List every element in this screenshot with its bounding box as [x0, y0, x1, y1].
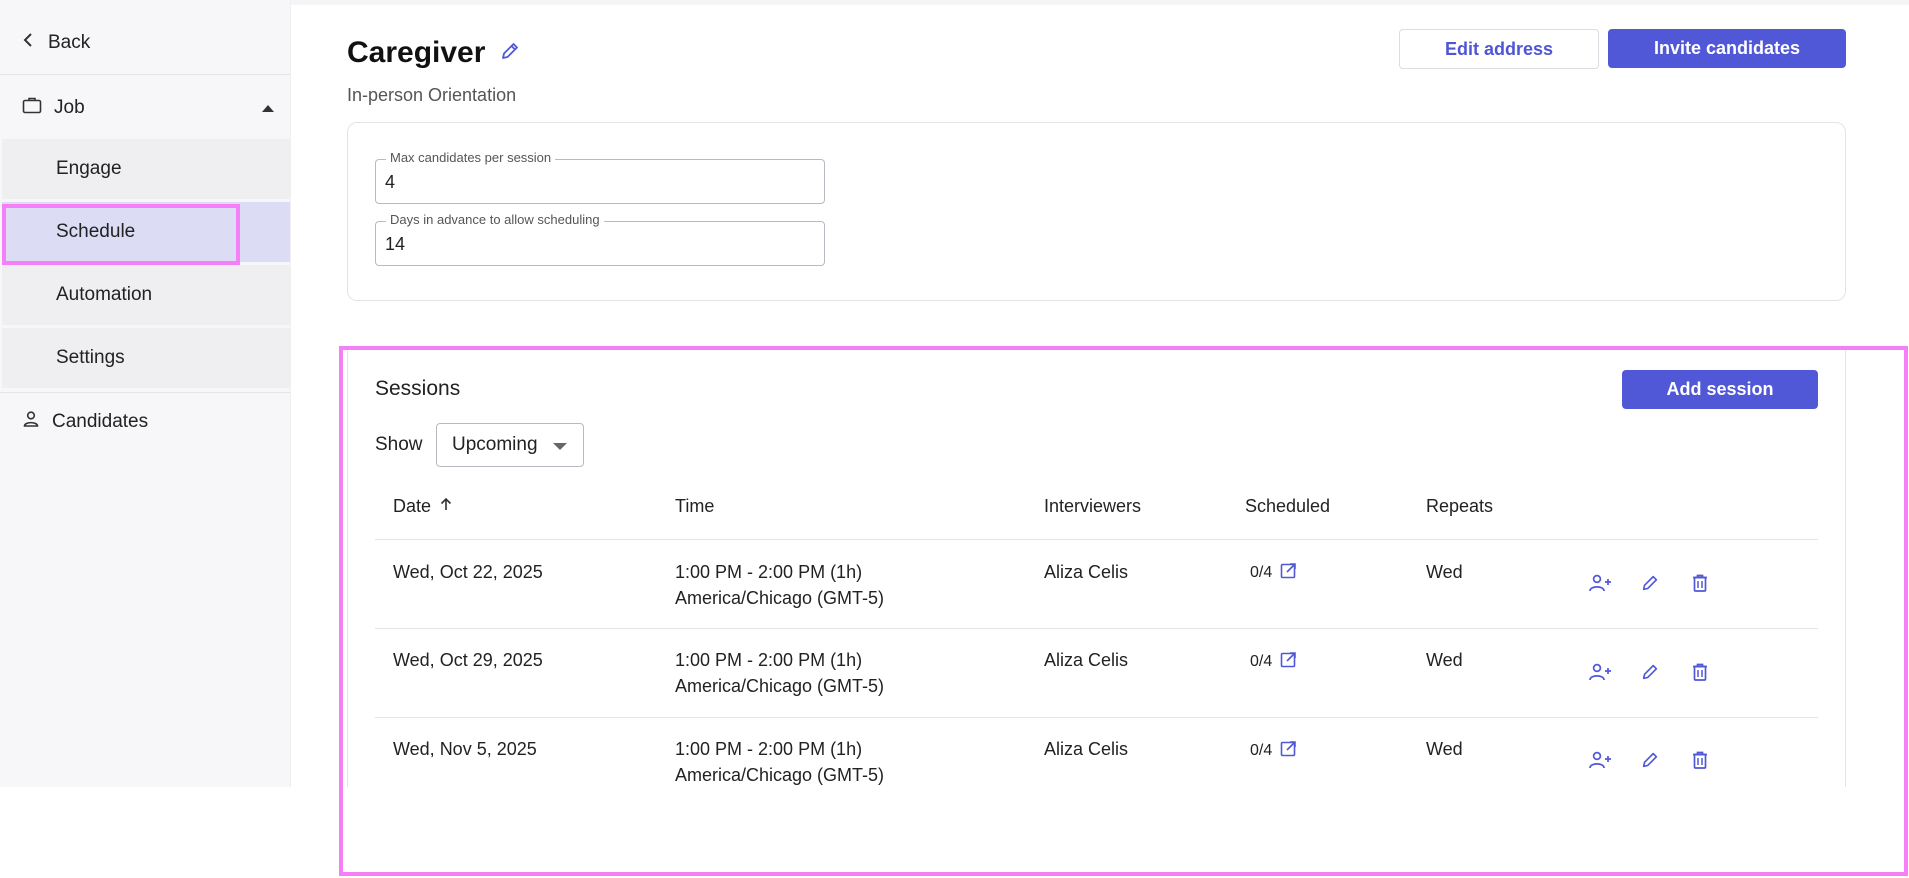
row-actions — [1588, 660, 1712, 684]
session-filter-value: Upcoming — [452, 434, 538, 455]
invite-candidates-button[interactable]: Invite candidates — [1608, 29, 1846, 68]
column-header-repeats: Repeats — [1426, 496, 1494, 516]
add-person-icon[interactable] — [1588, 748, 1612, 772]
session-time: 1:00 PM - 2:00 PM (1h) America/Chicago (… — [675, 559, 884, 611]
trash-icon[interactable] — [1688, 571, 1712, 595]
arrow-up-icon — [439, 496, 453, 517]
trash-icon[interactable] — [1688, 660, 1712, 684]
pencil-icon[interactable] — [1638, 571, 1662, 595]
back-button[interactable]: Back — [22, 30, 90, 56]
sidebar-item-candidates-label: Candidates — [52, 411, 149, 432]
max-candidates-value: 4 — [385, 172, 396, 192]
session-repeats: Wed — [1426, 650, 1463, 670]
session-time-range: 1:00 PM - 2:00 PM (1h) — [675, 739, 863, 759]
session-time: 1:00 PM - 2:00 PM (1h) America/Chicago (… — [675, 736, 884, 788]
column-header-time: Time — [675, 496, 715, 516]
sidebar-item-automation[interactable]: Automation — [2, 265, 290, 325]
external-link-icon[interactable] — [1280, 651, 1297, 673]
sessions-title: Sessions — [375, 377, 461, 400]
column-header-date[interactable]: Date — [393, 496, 453, 517]
add-session-button[interactable]: Add session — [1622, 370, 1818, 409]
column-header-interviewers: Interviewers — [1044, 496, 1142, 516]
session-filter-select[interactable]: Upcoming — [436, 423, 584, 467]
session-interviewer: Aliza Celis — [1044, 562, 1129, 582]
page-title: Caregiver — [347, 36, 521, 70]
days-advance-field[interactable]: Days in advance to allow scheduling 14 — [375, 212, 825, 266]
session-scheduled: 0/4 — [1250, 562, 1297, 584]
sidebar-item-settings[interactable]: Settings — [2, 328, 290, 388]
dropdown-arrow-icon — [553, 443, 567, 450]
session-timezone: America/Chicago (GMT-5) — [675, 676, 885, 696]
days-advance-value: 14 — [385, 234, 406, 254]
table-divider — [375, 628, 1818, 629]
page-subtitle: In-person Orientation — [347, 85, 517, 105]
sidebar-divider — [0, 392, 290, 393]
column-header-scheduled: Scheduled — [1245, 496, 1331, 516]
pencil-icon[interactable] — [499, 36, 521, 70]
session-date: Wed, Oct 29, 2025 — [393, 650, 543, 670]
trash-icon[interactable] — [1688, 748, 1712, 772]
session-date: Wed, Oct 22, 2025 — [393, 562, 543, 582]
pencil-icon[interactable] — [1638, 748, 1662, 772]
max-candidates-field[interactable]: Max candidates per session 4 — [375, 150, 825, 204]
caret-up-icon — [262, 104, 274, 112]
external-link-icon[interactable] — [1280, 740, 1297, 762]
session-scheduled: 0/4 — [1250, 740, 1297, 762]
sidebar: Back Job Engage Schedule Automation Sett… — [0, 0, 291, 787]
session-repeats: Wed — [1426, 562, 1463, 582]
session-scheduled: 0/4 — [1250, 651, 1297, 673]
chevron-left-icon — [22, 32, 34, 54]
sidebar-item-job[interactable]: Job — [22, 94, 274, 122]
session-scheduled-count: 0/4 — [1250, 742, 1273, 759]
page-title-text: Caregiver — [347, 36, 486, 69]
sidebar-item-engage-label: Engage — [56, 158, 122, 179]
page: Back Job Engage Schedule Automation Sett… — [0, 0, 1909, 878]
session-repeats: Wed — [1426, 739, 1463, 759]
row-actions — [1588, 571, 1712, 595]
days-advance-label: Days in advance to allow scheduling — [386, 212, 604, 227]
back-label: Back — [48, 32, 91, 53]
add-person-icon[interactable] — [1588, 571, 1612, 595]
sidebar-item-job-label: Job — [54, 97, 85, 118]
session-timezone: America/Chicago (GMT-5) — [675, 765, 885, 785]
session-timezone: America/Chicago (GMT-5) — [675, 588, 885, 608]
session-scheduled-count: 0/4 — [1250, 653, 1273, 670]
pencil-icon[interactable] — [1638, 660, 1662, 684]
sidebar-item-schedule-label: Schedule — [56, 221, 136, 242]
edit-address-button[interactable]: Edit address — [1399, 29, 1599, 69]
add-person-icon[interactable] — [1588, 660, 1612, 684]
table-divider — [375, 539, 1818, 540]
max-candidates-label: Max candidates per session — [386, 150, 556, 165]
session-date: Wed, Nov 5, 2025 — [393, 739, 537, 759]
session-time: 1:00 PM - 2:00 PM (1h) America/Chicago (… — [675, 647, 884, 699]
briefcase-icon — [22, 96, 42, 120]
session-scheduled-count: 0/4 — [1250, 564, 1273, 581]
session-time-range: 1:00 PM - 2:00 PM (1h) — [675, 562, 863, 582]
session-time-range: 1:00 PM - 2:00 PM (1h) — [675, 650, 863, 670]
sidebar-item-settings-label: Settings — [56, 347, 125, 368]
table-divider — [375, 717, 1818, 718]
sidebar-divider — [0, 74, 290, 75]
sidebar-item-schedule[interactable]: Schedule — [2, 202, 290, 262]
sidebar-item-automation-label: Automation — [56, 284, 153, 305]
external-link-icon[interactable] — [1280, 562, 1297, 584]
column-header-date-label: Date — [393, 496, 432, 516]
sidebar-item-engage[interactable]: Engage — [2, 139, 290, 199]
show-label: Show — [375, 434, 423, 455]
person-icon — [22, 410, 40, 434]
row-actions — [1588, 748, 1712, 772]
sidebar-item-candidates[interactable]: Candidates — [22, 409, 148, 435]
session-interviewer: Aliza Celis — [1044, 739, 1129, 759]
session-interviewer: Aliza Celis — [1044, 650, 1129, 670]
